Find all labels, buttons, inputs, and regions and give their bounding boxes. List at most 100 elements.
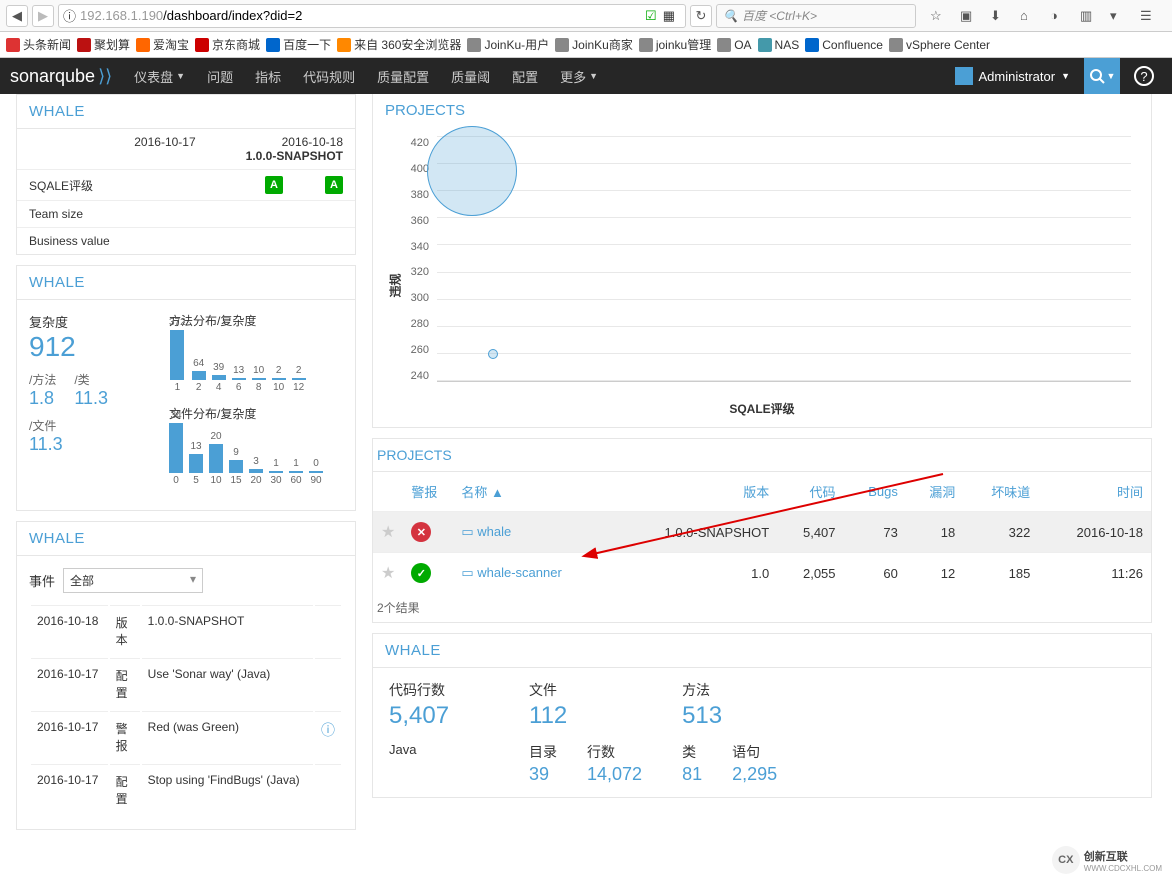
reload-button[interactable]: ↻ <box>690 5 712 27</box>
qg-pass-icon: ✓ <box>411 563 431 583</box>
bar-item: 320 <box>249 456 263 486</box>
bookmark-item[interactable]: OA <box>717 38 751 52</box>
col-smells[interactable]: 坏味道 <box>963 472 1038 512</box>
dashboard-content: WHALE 2016-10-17 2016-10-18 1.0.0-SNAPSH… <box>0 94 1172 840</box>
pocket-icon[interactable]: ▣ <box>960 8 976 24</box>
nav-item[interactable]: 仪表盘▼ <box>124 58 195 94</box>
bookmark-item[interactable]: 头条新闻 <box>6 36 71 53</box>
chart-xlabel: SQALE评级 <box>729 400 794 417</box>
complexity-value[interactable]: 912 <box>29 331 159 363</box>
bookmark-item[interactable]: JoinKu商家 <box>555 36 633 53</box>
favorite-star-icon[interactable]: ★ <box>381 524 395 541</box>
bookmark-star-icon[interactable]: ☆ <box>930 8 946 24</box>
col-name[interactable]: 名称 ▲ <box>453 472 612 512</box>
bookmark-item[interactable]: 来自 360安全浏览器 <box>337 36 461 53</box>
nav-item[interactable]: 指标 <box>245 58 291 94</box>
bar-item: 160 <box>289 458 303 486</box>
sync-icon[interactable]: ◑ <box>1050 8 1066 24</box>
nav-item[interactable]: 质量配置 <box>367 58 439 94</box>
qg-fail-icon: ✕ <box>411 522 431 542</box>
browser-toolbar: ◀ ▶ ⓘ 192.168.1.190/dashboard/index?did=… <box>0 0 1172 32</box>
search-icon <box>1089 68 1105 84</box>
panel-title: PROJECTS <box>373 94 1151 127</box>
bookmark-item[interactable]: vSphere Center <box>889 38 990 52</box>
stat-lines[interactable]: 14,072 <box>587 764 642 785</box>
events-filter-select[interactable]: 全部 <box>63 568 203 593</box>
bar-item: 642 <box>192 358 206 393</box>
addon-icon[interactable]: ▾ <box>1110 8 1126 24</box>
bookmark-item[interactable]: 聚划算 <box>77 36 130 53</box>
browser-search[interactable]: 🔍 百度 <Ctrl+K> <box>716 4 916 28</box>
per-class-link[interactable]: 11.3 <box>74 388 108 409</box>
col-vuln[interactable]: 漏洞 <box>906 472 963 512</box>
bubble-point[interactable] <box>488 349 498 359</box>
forward-button: ▶ <box>32 5 54 27</box>
nav-menu: 仪表盘▼问题指标代码规则质量配置质量阈配置更多▼ <box>124 58 608 94</box>
back-button[interactable]: ◀ <box>6 5 28 27</box>
bookmark-item[interactable]: JoinKu-用户 <box>467 36 549 53</box>
bubble-point[interactable] <box>427 126 517 216</box>
sonar-logo[interactable]: sonarqube⟩⟩ <box>10 66 112 87</box>
bookmark-item[interactable]: NAS <box>758 38 800 52</box>
col-bugs[interactable]: Bugs <box>844 472 906 512</box>
events-label: 事件 <box>29 571 55 590</box>
user-menu[interactable]: Administrator ▼ <box>947 67 1079 85</box>
nav-item[interactable]: 质量阈 <box>441 58 500 94</box>
whale-panel-events: WHALE 事件 全部 2016-10-18版本1.0.0-SNAPSHOT20… <box>16 521 356 830</box>
event-row: 2016-10-17警报Red (was Green)ⓘ <box>31 711 341 762</box>
project-link[interactable]: whale <box>477 524 511 539</box>
bar-item: 210 <box>272 365 286 393</box>
stat-dirs[interactable]: 39 <box>529 764 557 785</box>
bar-item: 340 <box>169 410 183 486</box>
menu-icon[interactable]: ☰ <box>1140 8 1156 24</box>
nav-item[interactable]: 问题 <box>197 58 243 94</box>
favorite-star-icon[interactable]: ★ <box>381 565 395 582</box>
projects-table: 警报名称 ▲版本代码Bugs漏洞坏味道时间 ★✕▭ whale1.0.0-SNA… <box>373 472 1151 593</box>
complexity-label: 复杂度 <box>29 312 159 331</box>
chart2-title: 文件分布/复杂度 <box>169 405 343 422</box>
event-row: 2016-10-17配置Use 'Sonar way' (Java) <box>31 658 341 709</box>
search-button[interactable]: ▼ <box>1084 58 1120 94</box>
right-column: PROJECTS 违规 4204003803603403203002802602… <box>362 94 1172 840</box>
stat-lang: Java <box>389 742 416 757</box>
nav-item[interactable]: 配置 <box>502 58 548 94</box>
download-icon[interactable]: ⬇ <box>990 8 1006 24</box>
panel-title: WHALE <box>373 634 1151 668</box>
bar-item: 915 <box>229 447 243 486</box>
stat-files[interactable]: 112 <box>529 702 642 730</box>
event-row: 2016-10-18版本1.0.0-SNAPSHOT <box>31 605 341 656</box>
stat-methods[interactable]: 513 <box>682 702 782 730</box>
panel-icon[interactable]: ▥ <box>1080 8 1096 24</box>
url-bar[interactable]: ⓘ 192.168.1.190/dashboard/index?did=2 ☑ … <box>58 4 686 28</box>
bookmark-item[interactable]: Confluence <box>805 38 883 52</box>
info-icon[interactable]: ⓘ <box>321 722 335 738</box>
bookmark-item[interactable]: 百度一下 <box>266 36 331 53</box>
stat-loc[interactable]: 5,407 <box>389 702 489 730</box>
results-count: 2个结果 <box>373 593 1151 622</box>
nav-item[interactable]: 更多▼ <box>550 58 608 94</box>
nav-item[interactable]: 代码规则 <box>293 58 365 94</box>
projects-table-panel: PROJECTS 警报名称 ▲版本代码Bugs漏洞坏味道时间 ★✕▭ whale… <box>372 438 1152 623</box>
bar-item: 090 <box>309 458 323 486</box>
per-method-link[interactable]: 1.8 <box>29 388 56 409</box>
metric-row: SQALE评级AA <box>17 169 355 200</box>
per-file-link[interactable]: 11.3 <box>29 434 159 455</box>
col-alert[interactable]: 警报 <box>403 472 453 512</box>
bookmark-item[interactable]: 爱淘宝 <box>136 36 189 53</box>
project-row[interactable]: ★✕▭ whale1.0.0-SNAPSHOT5,40773183222016-… <box>373 512 1151 553</box>
col-loc[interactable]: 代码 <box>777 472 843 512</box>
bookmark-item[interactable]: joinku管理 <box>639 36 711 53</box>
stat-stmts[interactable]: 2,295 <box>732 764 777 785</box>
project-link[interactable]: whale-scanner <box>477 565 562 580</box>
bar-item: 108 <box>252 365 266 393</box>
bar-item: 130 <box>269 458 283 486</box>
help-button[interactable]: ? <box>1134 66 1154 86</box>
projects-bubble-chart: 违规 420400380360340320300280260240 SQALE评… <box>393 137 1131 417</box>
metric-row: Business value <box>17 227 355 254</box>
col-version[interactable]: 版本 <box>612 472 777 512</box>
col-time[interactable]: 时间 <box>1038 472 1151 512</box>
stat-classes[interactable]: 81 <box>682 764 702 785</box>
bookmark-item[interactable]: 京东商城 <box>195 36 260 53</box>
home-icon[interactable]: ⌂ <box>1020 8 1036 24</box>
project-row[interactable]: ★✓▭ whale-scanner1.02,055601218511:26 <box>373 553 1151 594</box>
